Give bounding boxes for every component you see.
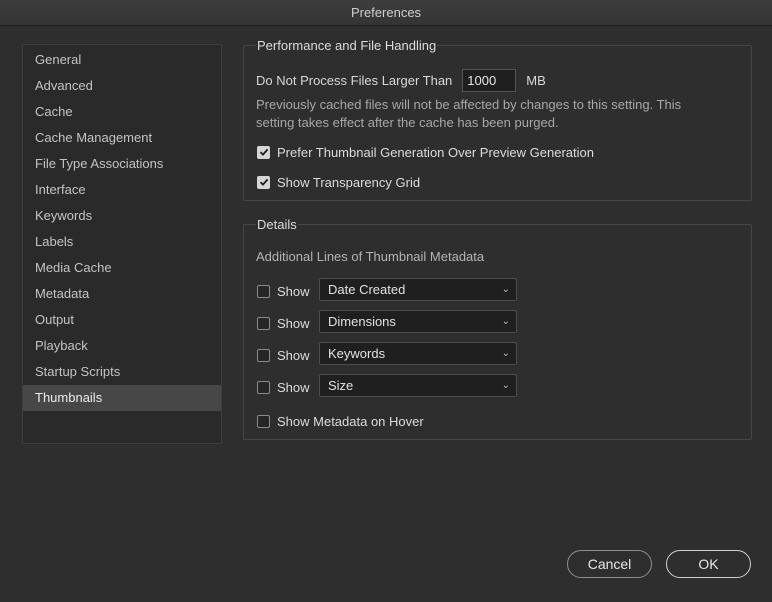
- cache-note: Previously cached files will not be affe…: [256, 96, 726, 132]
- metadata-line-1-checkbox[interactable]: [257, 284, 270, 298]
- prefer-thumbnail-label: Prefer Thumbnail Generation Over Preview…: [277, 144, 594, 160]
- metadata-line-3-show-label: Show: [277, 347, 310, 363]
- metadata-line-3-select[interactable]: Keywords ⌄: [319, 342, 517, 365]
- metadata-line-2-select[interactable]: Dimensions ⌄: [319, 310, 517, 333]
- metadata-line-4-value: Size: [328, 378, 354, 393]
- sidebar-item-thumbnails[interactable]: Thumbnails: [23, 385, 221, 411]
- sidebar-item-cache[interactable]: Cache: [23, 99, 221, 125]
- sidebar-item-metadata[interactable]: Metadata: [23, 281, 221, 307]
- metadata-hover-option[interactable]: Show Metadata on Hover: [257, 412, 424, 430]
- metadata-line-2-show-label: Show: [277, 315, 310, 331]
- metadata-line-3-checkbox[interactable]: [257, 348, 270, 362]
- prefer-thumbnail-option[interactable]: Prefer Thumbnail Generation Over Preview…: [257, 143, 594, 161]
- metadata-line-2-option[interactable]: Show: [257, 314, 310, 332]
- chevron-updown-icon: ⌄: [501, 316, 510, 327]
- metadata-line-1-select[interactable]: Date Created ⌄: [319, 278, 517, 301]
- file-size-limit-input[interactable]: [462, 68, 517, 92]
- show-transparency-option[interactable]: Show Transparency Grid: [257, 173, 420, 191]
- metadata-hover-checkbox[interactable]: [257, 414, 270, 428]
- sidebar-item-interface[interactable]: Interface: [23, 177, 221, 203]
- performance-group: Performance and File Handling Do Not Pro…: [243, 38, 752, 201]
- sidebar-item-startup-scripts[interactable]: Startup Scripts: [23, 359, 221, 385]
- checkmark-icon: [259, 148, 268, 156]
- file-size-limit-row: Do Not Process Files Larger Than MB: [256, 68, 546, 92]
- metadata-line-2-value: Dimensions: [328, 314, 396, 329]
- sidebar-item-labels[interactable]: Labels: [23, 229, 221, 255]
- sidebar-item-keywords[interactable]: Keywords: [23, 203, 221, 229]
- metadata-line-2-checkbox[interactable]: [257, 316, 270, 330]
- prefer-thumbnail-checkbox[interactable]: [257, 145, 270, 159]
- metadata-line-4-checkbox[interactable]: [257, 380, 270, 394]
- ok-button[interactable]: OK: [666, 550, 751, 578]
- performance-group-title: Performance and File Handling: [256, 38, 438, 54]
- preferences-sidebar: General Advanced Cache Cache Management …: [22, 44, 222, 444]
- show-transparency-checkbox[interactable]: [257, 175, 270, 189]
- sidebar-item-advanced[interactable]: Advanced: [23, 73, 221, 99]
- sidebar-item-playback[interactable]: Playback: [23, 333, 221, 359]
- sidebar-item-general[interactable]: General: [23, 47, 221, 73]
- metadata-line-1-value: Date Created: [328, 282, 406, 297]
- cancel-button[interactable]: Cancel: [567, 550, 652, 578]
- file-size-limit-unit: MB: [526, 72, 546, 88]
- chevron-updown-icon: ⌄: [501, 348, 510, 359]
- metadata-line-4-option[interactable]: Show: [257, 378, 310, 396]
- metadata-line-4-select[interactable]: Size ⌄: [319, 374, 517, 397]
- sidebar-item-file-type-associations[interactable]: File Type Associations: [23, 151, 221, 177]
- details-group: Details Additional Lines of Thumbnail Me…: [243, 217, 752, 440]
- chevron-updown-icon: ⌄: [501, 284, 510, 295]
- metadata-lines-label: Additional Lines of Thumbnail Metadata: [256, 249, 485, 264]
- details-group-title: Details: [256, 217, 298, 233]
- metadata-line-3-option[interactable]: Show: [257, 346, 310, 364]
- metadata-line-4-show-label: Show: [277, 379, 310, 395]
- sidebar-item-media-cache[interactable]: Media Cache: [23, 255, 221, 281]
- metadata-line-1-option[interactable]: Show: [257, 282, 310, 300]
- checkmark-icon: [259, 178, 268, 186]
- metadata-line-1-show-label: Show: [277, 283, 310, 299]
- sidebar-item-cache-management[interactable]: Cache Management: [23, 125, 221, 151]
- cache-note-line-2: setting takes effect after the cache has…: [256, 115, 559, 130]
- show-transparency-label: Show Transparency Grid: [277, 174, 421, 190]
- metadata-hover-label: Show Metadata on Hover: [277, 413, 424, 429]
- sidebar-item-output[interactable]: Output: [23, 307, 221, 333]
- cache-note-line-1: Previously cached files will not be affe…: [256, 97, 682, 112]
- window-title: Preferences: [0, 0, 772, 26]
- chevron-updown-icon: ⌄: [501, 380, 510, 391]
- file-size-limit-label: Do Not Process Files Larger Than: [256, 72, 453, 88]
- metadata-line-3-value: Keywords: [328, 346, 386, 361]
